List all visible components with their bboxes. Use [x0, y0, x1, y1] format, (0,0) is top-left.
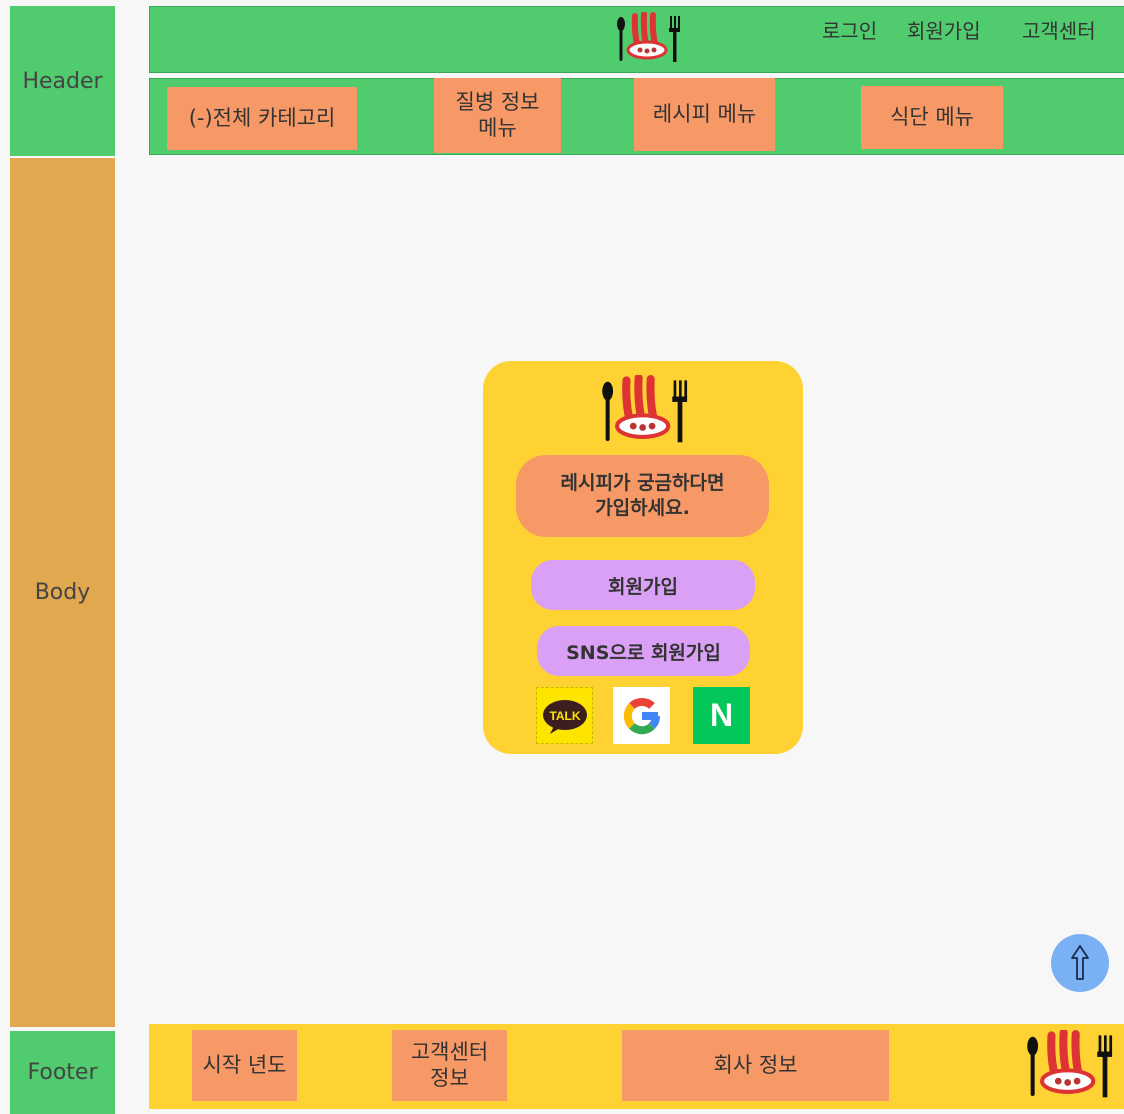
scroll-top-button[interactable] [1051, 934, 1109, 992]
signup-message-line2: 가입하세요. [595, 497, 690, 519]
signup-link[interactable]: 회원가입 [907, 15, 981, 44]
footer-support-line1: 고객센터 [410, 1040, 489, 1065]
footer-start-year[interactable]: 시작 년도 [192, 1030, 297, 1101]
nav-disease-info-line1: 질병 정보 [455, 90, 540, 115]
naver-icon[interactable]: N [693, 687, 750, 744]
naver-icon-label: N [709, 697, 734, 733]
customer-center-link[interactable]: 고객센터 [1022, 15, 1096, 44]
kakao-talk-icon[interactable]: TALK [536, 687, 593, 744]
signup-button[interactable]: 회원가입 [531, 560, 755, 610]
google-icon[interactable] [613, 687, 670, 744]
footer-support-info[interactable]: 고객센터 정보 [392, 1030, 507, 1101]
header-label: Header [10, 6, 115, 156]
signup-message: 레시피가 궁금하다면 가입하세요. [516, 455, 769, 537]
nav-disease-info-line2: 메뉴 [478, 115, 517, 140]
nav-diet-menu[interactable]: 식단 메뉴 [861, 86, 1003, 149]
nav-disease-info[interactable]: 질병 정보 메뉴 [434, 78, 561, 153]
nav-recipe-menu[interactable]: 레시피 메뉴 [634, 78, 775, 151]
nav-all-categories[interactable]: (-)전체 카테고리 [167, 87, 357, 150]
login-link[interactable]: 로그인 [822, 15, 877, 44]
footer-label-text: Footer [27, 1060, 98, 1085]
body-label: Body [10, 158, 115, 1027]
footer-support-line2: 정보 [430, 1065, 469, 1090]
up-arrow-icon [1071, 945, 1089, 980]
kakao-talk-label: TALK [549, 709, 580, 723]
sns-signup-button[interactable]: SNS으로 회원가입 [537, 626, 750, 676]
body-label-text: Body [34, 580, 91, 605]
restaurant-logo-icon [1022, 1028, 1116, 1100]
footer-company-info[interactable]: 회사 정보 [622, 1030, 889, 1101]
restaurant-logo-icon[interactable] [614, 11, 682, 64]
restaurant-logo-icon [597, 373, 691, 445]
header-label-text: Header [22, 68, 103, 94]
footer-label: Footer [10, 1031, 115, 1114]
signup-message-line1: 레시피가 궁금하다면 [560, 472, 725, 495]
